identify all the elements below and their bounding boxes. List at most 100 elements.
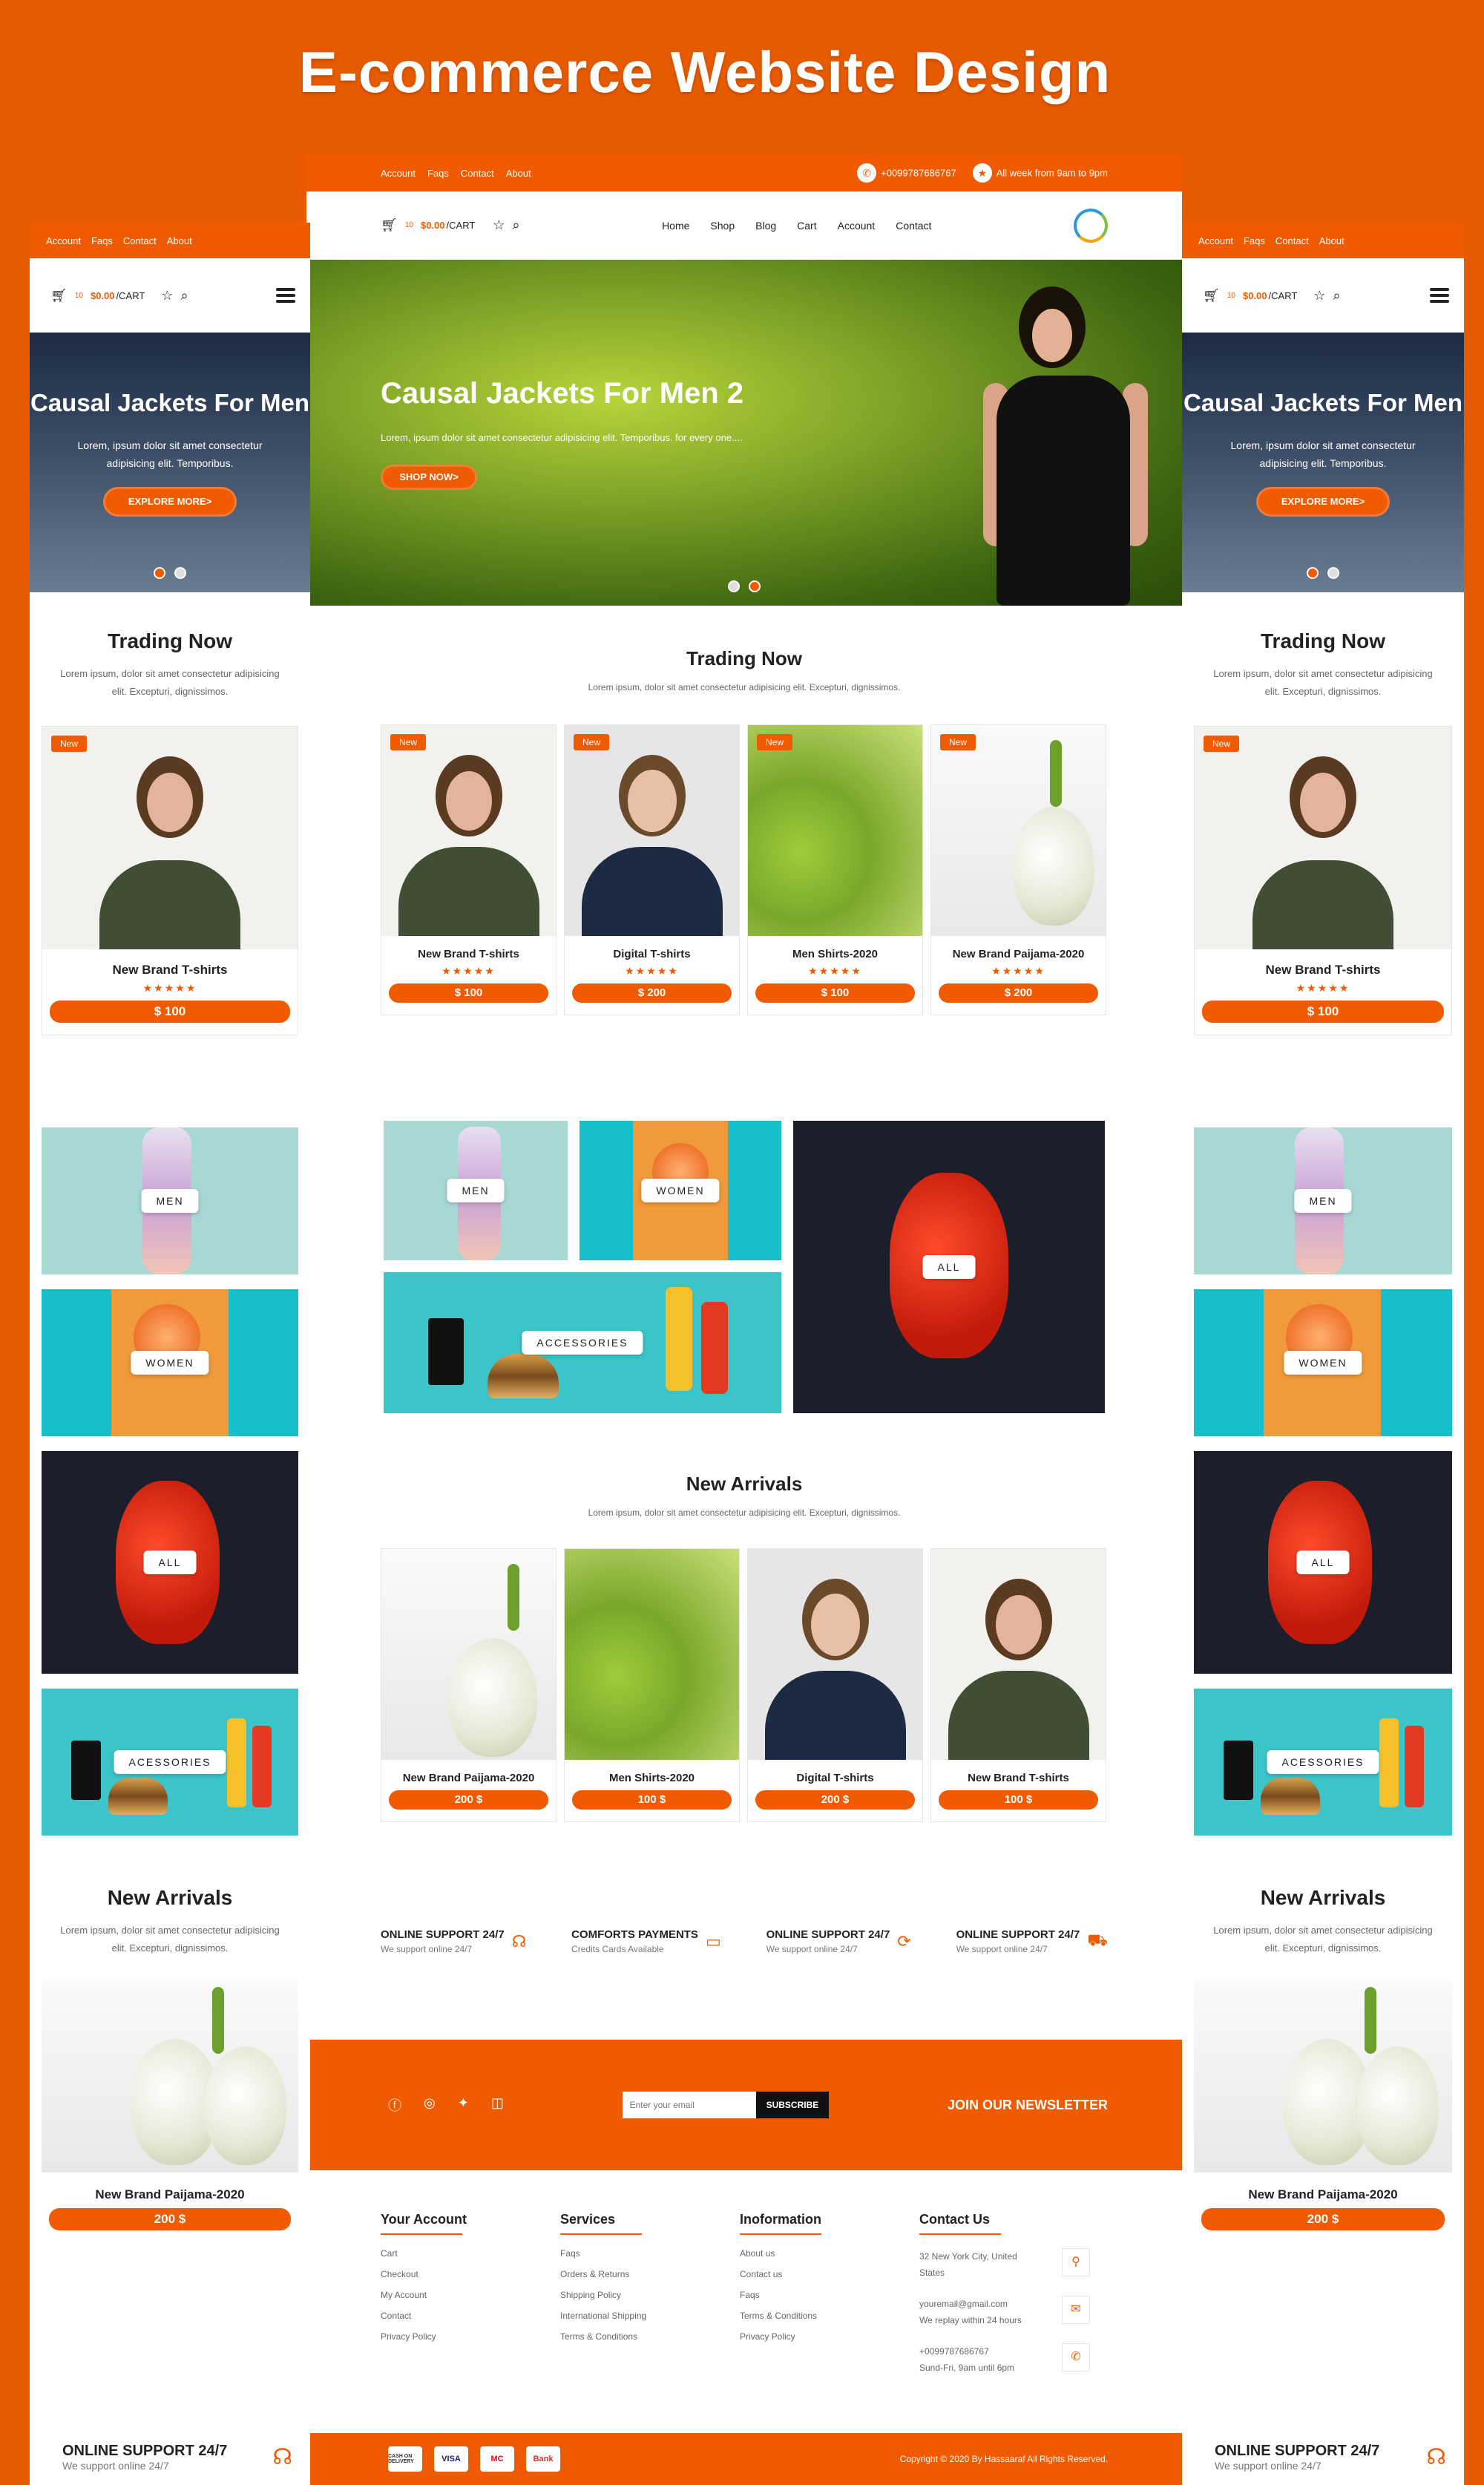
category-accessories[interactable]: ACESSORIES (42, 1689, 298, 1836)
product-name[interactable]: Men Shirts-2020 (748, 948, 922, 960)
product-name[interactable]: Digital T-shirts (565, 948, 739, 960)
phone-text[interactable]: +0099787686767 (919, 2343, 1014, 2360)
subscribe-button[interactable]: SUBSCRIBE (755, 2092, 830, 2118)
footer-link[interactable]: Contact us (740, 2269, 919, 2279)
cart-area[interactable]: 🛒︎ 10 $0.00 /CART ☆ ⌕ (381, 217, 520, 233)
topbar-link-faqs[interactable]: Faqs (1244, 235, 1265, 246)
category-men-label[interactable]: MEN (447, 1179, 505, 1202)
product-image-fennel[interactable] (931, 725, 1106, 936)
search-icon[interactable]: ⌕ (1333, 288, 1340, 304)
category-accessories[interactable]: ACCESSORIES (384, 1272, 781, 1413)
cart-icon[interactable]: 🛒︎ (381, 217, 398, 233)
product-name[interactable]: New Brand T-shirts (381, 948, 556, 960)
topbar-link-about[interactable]: About (506, 168, 531, 179)
category-all[interactable]: ALL (42, 1451, 298, 1674)
product-name[interactable]: New Brand T-shirts (42, 963, 298, 978)
menu-account[interactable]: Account (838, 220, 876, 232)
category-all-label[interactable]: ALL (143, 1551, 197, 1574)
email-text[interactable]: youremail@gmail.com (919, 2296, 1022, 2312)
slider-dot-active[interactable] (749, 580, 761, 592)
price-button[interactable]: $ 100 (1202, 1001, 1444, 1023)
footer-link[interactable]: International Shipping (560, 2311, 740, 2321)
product-image-fennel[interactable] (381, 1549, 556, 1760)
category-all-label[interactable]: ALL (922, 1255, 976, 1279)
product-image-man[interactable] (565, 725, 739, 936)
cart-icon[interactable]: 🛒︎ (50, 288, 68, 304)
footer-link[interactable]: Orders & Returns (560, 2269, 740, 2279)
category-women-label[interactable]: WOMEN (641, 1179, 720, 1202)
footer-link[interactable]: Faqs (740, 2290, 919, 2300)
dribbble-icon[interactable]: ◎ (424, 2095, 436, 2115)
slider-dot[interactable] (1327, 567, 1339, 579)
footer-link[interactable]: Terms & Conditions (560, 2331, 740, 2342)
price-button[interactable]: $ 200 (939, 983, 1098, 1003)
product-card[interactable]: New Brand Paijama-2020 200 $ (42, 1980, 298, 2230)
twitter-icon[interactable]: ✦ (458, 2095, 469, 2115)
category-accessories[interactable]: ACESSORIES (1194, 1689, 1452, 1836)
topbar-link-faqs[interactable]: Faqs (91, 235, 113, 246)
product-image-woman[interactable] (381, 725, 556, 936)
product-image-woman[interactable] (1195, 727, 1451, 949)
price-button[interactable]: 200 $ (49, 2208, 291, 2230)
cart-area[interactable]: 🛒︎ 10 $0.00 /CART ☆ ⌕ (1203, 288, 1341, 304)
product-name[interactable]: New Brand T-shirts (931, 1772, 1106, 1784)
footer-link[interactable]: Cart (381, 2248, 560, 2259)
product-card[interactable]: New New Brand T-shirts ★★★★★ $ 100 (42, 726, 298, 1035)
price-button[interactable]: 100 $ (572, 1790, 732, 1810)
category-women[interactable]: WOMEN (1194, 1289, 1452, 1436)
menu-cart[interactable]: Cart (797, 220, 816, 232)
product-card[interactable]: New Brand T-shirts 100 $ (930, 1548, 1106, 1822)
newsletter-email-input[interactable] (622, 2092, 756, 2118)
product-card[interactable]: New New Brand Paijama-2020 ★★★★★ $ 200 (930, 724, 1106, 1015)
cart-icon[interactable]: 🛒︎ (1203, 288, 1220, 304)
footer-link[interactable]: Shipping Policy (560, 2290, 740, 2300)
price-button[interactable]: 200 $ (1201, 2208, 1445, 2230)
menu-shop[interactable]: Shop (710, 220, 735, 232)
topbar-link-about[interactable]: About (167, 235, 192, 246)
topbar-link-contact[interactable]: Contact (123, 235, 157, 246)
topbar-link-contact[interactable]: Contact (461, 168, 494, 179)
hamburger-menu-icon[interactable] (276, 288, 295, 303)
footer-link[interactable]: Privacy Policy (381, 2331, 560, 2342)
shop-now-button[interactable]: SHOP NOW> (381, 465, 477, 490)
category-women-label[interactable]: WOMEN (131, 1351, 209, 1375)
cart-area[interactable]: 🛒︎ 10 $0.00 /CART ☆ ⌕ (50, 288, 188, 304)
footer-link[interactable]: Checkout (381, 2269, 560, 2279)
menu-blog[interactable]: Blog (755, 220, 776, 232)
price-button[interactable]: 200 $ (389, 1790, 548, 1810)
slider-dot[interactable] (728, 580, 740, 592)
topbar-link-faqs[interactable]: Faqs (427, 168, 449, 179)
price-button[interactable]: $ 100 (755, 983, 915, 1003)
slider-dot-active[interactable] (154, 567, 165, 579)
wishlist-icon[interactable]: ☆ (1313, 288, 1325, 304)
category-accessories-label[interactable]: ACCESSORIES (522, 1331, 643, 1355)
explore-more-button[interactable]: EXPLORE MORE> (1256, 487, 1390, 517)
slider-dot-active[interactable] (1307, 567, 1319, 579)
product-name[interactable]: Digital T-shirts (748, 1772, 922, 1784)
product-image-man[interactable] (748, 1549, 922, 1760)
category-accessories-label[interactable]: ACESSORIES (1267, 1750, 1379, 1774)
product-card[interactable]: New Brand Paijama-2020 200 $ (1194, 1980, 1452, 2230)
category-men-label[interactable]: MEN (1294, 1189, 1352, 1213)
hamburger-menu-icon[interactable] (1430, 288, 1449, 303)
product-name[interactable]: Men Shirts-2020 (565, 1772, 739, 1784)
category-women[interactable]: WOMEN (42, 1289, 298, 1436)
product-name[interactable]: New Brand T-shirts (1195, 963, 1451, 978)
slider-dot[interactable] (174, 567, 186, 579)
category-all-label[interactable]: ALL (1296, 1551, 1350, 1574)
category-women-label[interactable]: WOMEN (1284, 1351, 1362, 1375)
wishlist-icon[interactable]: ☆ (161, 288, 173, 304)
product-image-fennel[interactable] (42, 1980, 298, 2173)
price-button[interactable]: $ 100 (50, 1001, 290, 1023)
product-name[interactable]: New Brand Paijama-2020 (1194, 2187, 1452, 2202)
product-image-woman[interactable] (931, 1549, 1106, 1760)
menu-contact[interactable]: Contact (896, 220, 931, 232)
product-image-romanesco[interactable] (748, 725, 922, 936)
category-women[interactable]: WOMEN (580, 1121, 781, 1260)
product-card[interactable]: New New Brand T-shirts ★★★★★ $ 100 (381, 724, 556, 1015)
footer-link[interactable]: Faqs (560, 2248, 740, 2259)
menu-home[interactable]: Home (662, 220, 689, 232)
price-button[interactable]: 200 $ (755, 1790, 915, 1810)
category-all[interactable]: ALL (1194, 1451, 1452, 1674)
price-button[interactable]: $ 100 (389, 983, 548, 1003)
